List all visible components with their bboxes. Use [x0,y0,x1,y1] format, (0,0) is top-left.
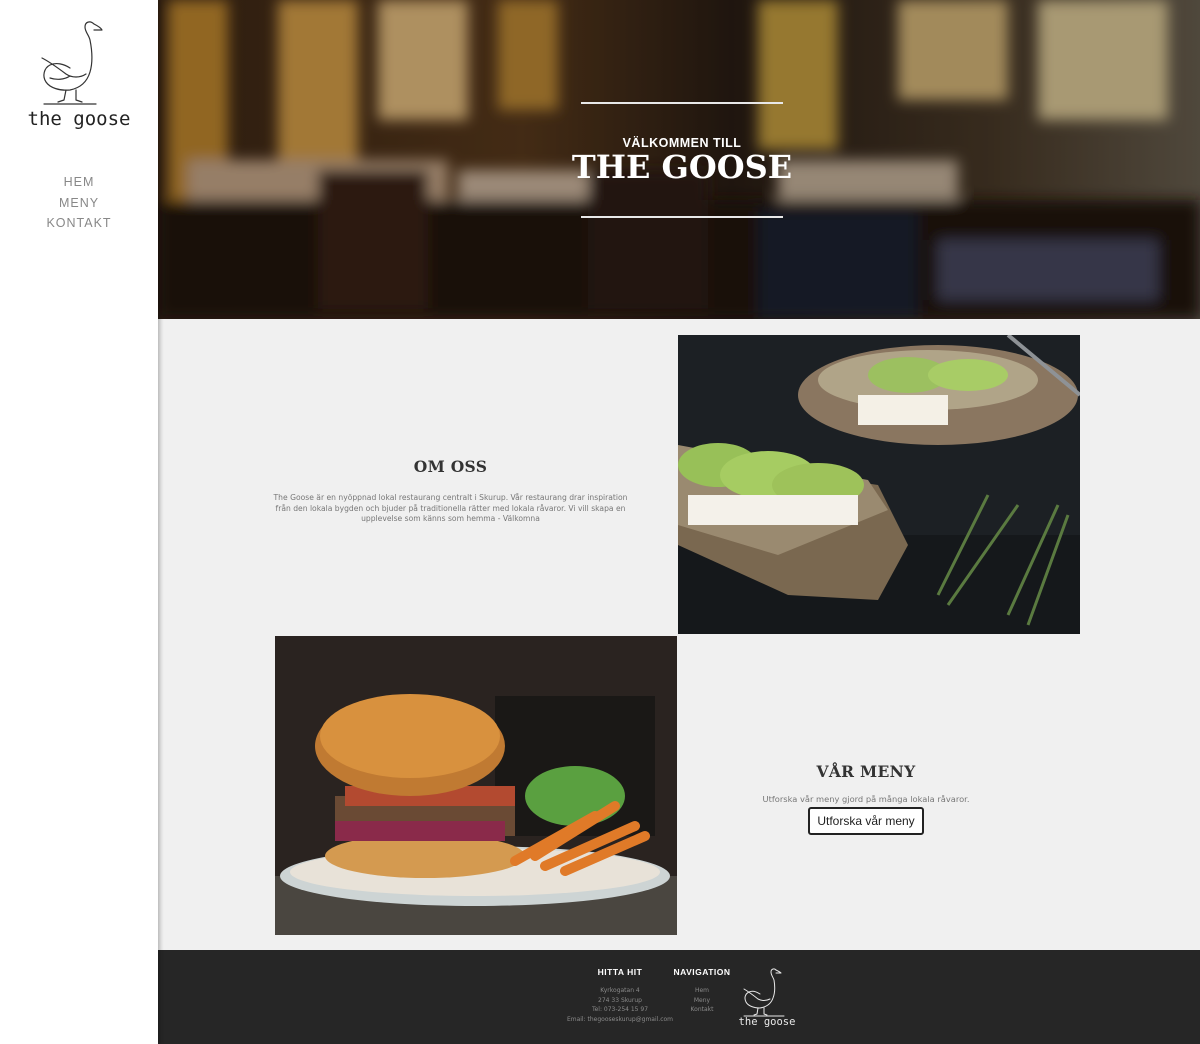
hero-divider-top [581,102,783,104]
about-title: OM OSS [413,457,488,476]
goose-icon [743,968,785,1017]
about-text: The Goose är en nyöppnad lokal restauran… [273,493,628,523]
footer-logo[interactable]: the goose [732,966,802,1030]
hero-title: THE GOOSE [571,148,793,186]
footer-nav-title: NAVIGATION [673,967,731,977]
main-nav: HEM MENY KONTAKT [0,172,158,234]
footer-brand-name: the goose [738,1016,796,1028]
footer-link-hem[interactable]: Hem [666,986,738,996]
footer-navigation: NAVIGATION Hem Meny Kontakt [666,967,738,1015]
nav-item-kontakt[interactable]: KONTAKT [0,213,158,234]
about-section: OM OSS The Goose är en nyöppnad lokal re… [268,457,633,525]
hero-divider-bottom [581,216,783,218]
nav-item-meny[interactable]: MENY [0,193,158,214]
footer: HITTA HIT Kyrkogatan 4 274 33 Skurup Tel… [158,950,1200,1044]
footer-address-street: Kyrkogatan 4 [600,987,640,994]
brand-name: the goose [27,108,131,130]
explore-menu-button[interactable]: Utforska vår meny [808,807,924,835]
footer-find-title: HITTA HIT [597,967,643,977]
goose-icon [41,21,103,105]
sandwich-image [678,335,1080,634]
footer-email[interactable]: Email: thegooseskurup@gmail.com [558,1015,682,1025]
footer-find-us: HITTA HIT Kyrkogatan 4 274 33 Skurup Tel… [558,967,682,1024]
brand-logo[interactable]: the goose [24,18,136,136]
menu-title: VÅR MENY [816,762,916,781]
burger-image [275,636,677,935]
footer-link-kontakt[interactable]: Kontakt [666,1005,738,1015]
nav-item-hem[interactable]: HEM [0,172,158,193]
sidebar: the goose HEM MENY KONTAKT [0,0,158,1044]
footer-link-meny[interactable]: Meny [666,996,738,1006]
main-content: OM OSS The Goose är en nyöppnad lokal re… [158,319,1200,950]
footer-address-city: 274 33 Skurup [598,996,642,1004]
footer-phone: Tel: 073-254 15 97 [591,1006,649,1014]
menu-section: VÅR MENY Utforska vår meny gjord på mång… [738,762,994,835]
menu-text: Utforska vår meny gjord på många lokala … [762,794,970,804]
hero-banner: VÄLKOMMEN TILL THE GOOSE [158,0,1200,319]
